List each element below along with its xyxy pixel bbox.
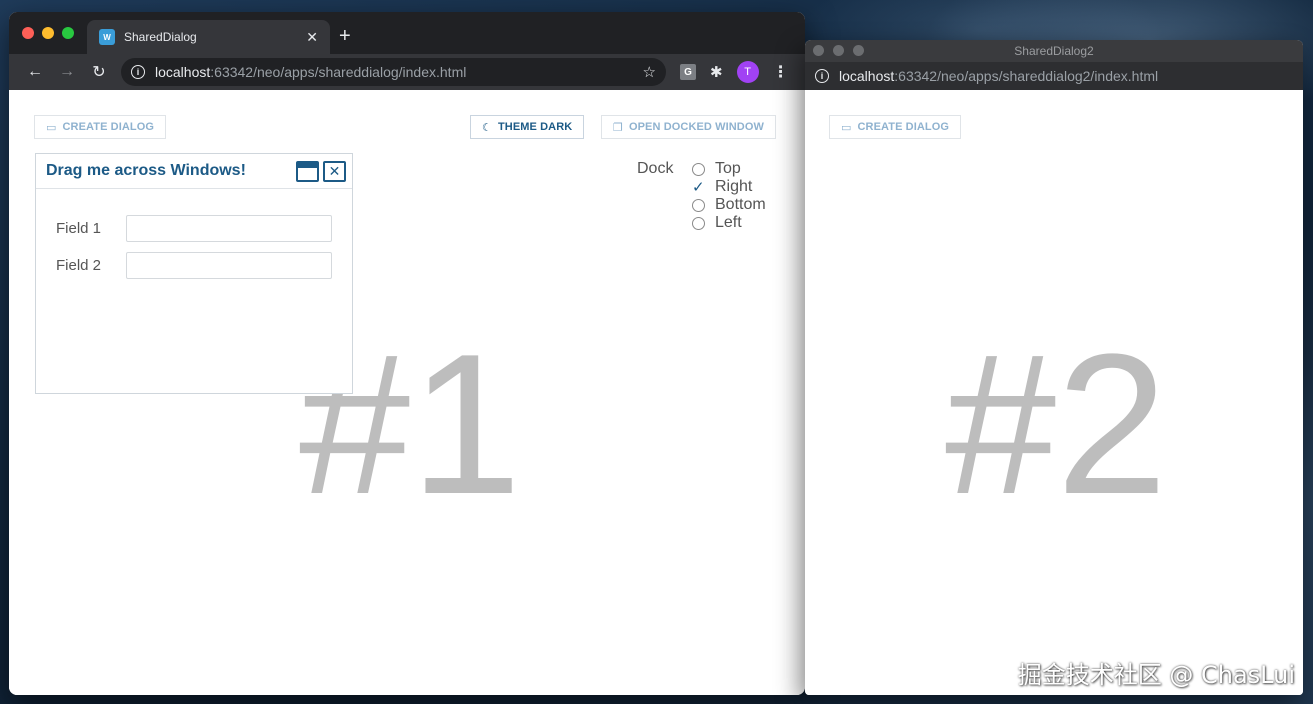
field-2-input[interactable] xyxy=(126,252,332,279)
browser-window-1: W SharedDialog ✕ + ← → ↻ i localhost:633… xyxy=(9,12,805,695)
minimize-window-button[interactable] xyxy=(833,45,844,56)
tab-strip: W SharedDialog ✕ + xyxy=(9,12,805,54)
windows-icon: ❐ xyxy=(613,121,623,134)
url-path: :63342/neo/apps/shareddialog2/index.html xyxy=(894,68,1159,84)
window-title-2: SharedDialog2 xyxy=(1014,44,1094,58)
theme-dark-label: THEME DARK xyxy=(497,121,573,133)
dock-radio-group: Top ✓ Right Bottom Left xyxy=(692,160,766,232)
url-path: :63342/neo/apps/shareddialog/index.html xyxy=(210,64,467,80)
address-bar[interactable]: i localhost:63342/neo/apps/shareddialog/… xyxy=(121,58,666,86)
window-icon: ▭ xyxy=(841,121,852,134)
tab-close-icon[interactable]: ✕ xyxy=(306,29,318,46)
field-1-input[interactable] xyxy=(126,215,332,242)
minimize-window-button[interactable] xyxy=(42,27,54,39)
open-docked-window-button[interactable]: ❐ OPEN DOCKED WINDOW xyxy=(601,115,776,139)
info-icon[interactable]: i xyxy=(815,69,829,83)
title-bar-2[interactable]: SharedDialog2 xyxy=(805,40,1303,62)
bookmark-star-icon[interactable]: ☆ xyxy=(643,63,656,81)
dock-option-top[interactable]: Top xyxy=(692,160,766,178)
field-1-label: Field 1 xyxy=(56,220,102,237)
field-row-2: Field 2 xyxy=(56,252,332,279)
radio-unchecked-icon[interactable] xyxy=(692,198,705,212)
url-host: localhost xyxy=(155,64,211,80)
window-icon: ▭ xyxy=(46,121,57,134)
dock-label: Dock xyxy=(637,160,674,177)
profile-avatar[interactable]: T xyxy=(736,61,759,83)
field-2-label: Field 2 xyxy=(56,257,102,274)
window-controls xyxy=(22,27,74,39)
url-text-2: localhost:63342/neo/apps/shareddialog2/i… xyxy=(839,68,1158,84)
create-dialog-label: CREATE DIALOG xyxy=(857,121,950,133)
browser-toolbar: ← → ↻ i localhost:63342/neo/apps/sharedd… xyxy=(9,54,805,90)
browser-window-2: SharedDialog2 i localhost:63342/neo/apps… xyxy=(805,40,1303,695)
zoom-window-button[interactable] xyxy=(62,27,74,39)
shared-dialog[interactable]: Drag me across Windows! ✕ Field 1 Field … xyxy=(35,153,353,394)
tab-title: SharedDialog xyxy=(124,30,197,44)
forward-arrow-icon[interactable]: → xyxy=(51,63,83,81)
create-dialog-label: CREATE DIALOG xyxy=(62,121,155,133)
menu-kebab-icon[interactable]: ⋮ xyxy=(773,62,789,82)
dock-option-bottom[interactable]: Bottom xyxy=(692,196,766,214)
radio-unchecked-icon[interactable] xyxy=(692,162,705,176)
zoom-window-button[interactable] xyxy=(853,45,864,56)
reload-icon[interactable]: ↻ xyxy=(83,62,115,82)
dock-option-label: Bottom xyxy=(715,196,766,213)
close-window-button[interactable] xyxy=(22,27,34,39)
theme-dark-button[interactable]: ☾ THEME DARK xyxy=(470,115,585,139)
create-dialog-button[interactable]: ▭ CREATE DIALOG xyxy=(829,115,962,139)
close-window-button[interactable] xyxy=(813,45,824,56)
field-row-1: Field 1 xyxy=(56,215,332,242)
open-docked-window-label: OPEN DOCKED WINDOW xyxy=(628,121,764,133)
extensions-puzzle-icon[interactable]: ✱ xyxy=(710,63,723,81)
big-window-label: #2 xyxy=(945,313,1168,536)
extensions-area: G ✱ T ⋮ xyxy=(680,61,789,83)
url-host: localhost xyxy=(839,68,895,84)
create-dialog-button[interactable]: ▭ CREATE DIALOG xyxy=(34,115,167,139)
dialog-title: Drag me across Windows! xyxy=(46,162,246,179)
radio-unchecked-icon[interactable] xyxy=(692,216,705,230)
favicon-icon: W xyxy=(99,29,115,45)
address-bar-2: i localhost:63342/neo/apps/shareddialog2… xyxy=(805,62,1303,90)
url-text: localhost:63342/neo/apps/shareddialog/in… xyxy=(155,64,643,80)
tab-shareddialog[interactable]: W SharedDialog ✕ xyxy=(87,20,330,54)
extension-g-icon[interactable]: G xyxy=(680,64,696,80)
moon-icon: ☾ xyxy=(482,121,492,134)
dock-option-label: Right xyxy=(715,178,753,195)
checkmark-icon[interactable]: ✓ xyxy=(692,180,705,195)
dialog-header[interactable]: Drag me across Windows! ✕ xyxy=(36,154,352,189)
page-content-2: #2 ▭ CREATE DIALOG xyxy=(805,90,1303,695)
maximize-icon[interactable] xyxy=(296,160,319,182)
back-arrow-icon[interactable]: ← xyxy=(19,63,51,81)
dock-option-label: Left xyxy=(715,214,742,231)
dock-option-label: Top xyxy=(715,160,741,177)
close-icon[interactable]: ✕ xyxy=(323,160,346,182)
dock-option-left[interactable]: Left xyxy=(692,214,766,232)
dock-option-right[interactable]: ✓ Right xyxy=(692,178,766,196)
page-content-1: #1 ▭ CREATE DIALOG ☾ THEME DARK ❐ OPEN D… xyxy=(9,90,805,695)
watermark: 掘金技术社区 @ ChasLui xyxy=(1017,661,1295,689)
window-controls-2 xyxy=(813,45,864,56)
new-tab-icon[interactable]: + xyxy=(339,26,351,46)
info-icon[interactable]: i xyxy=(131,65,145,79)
